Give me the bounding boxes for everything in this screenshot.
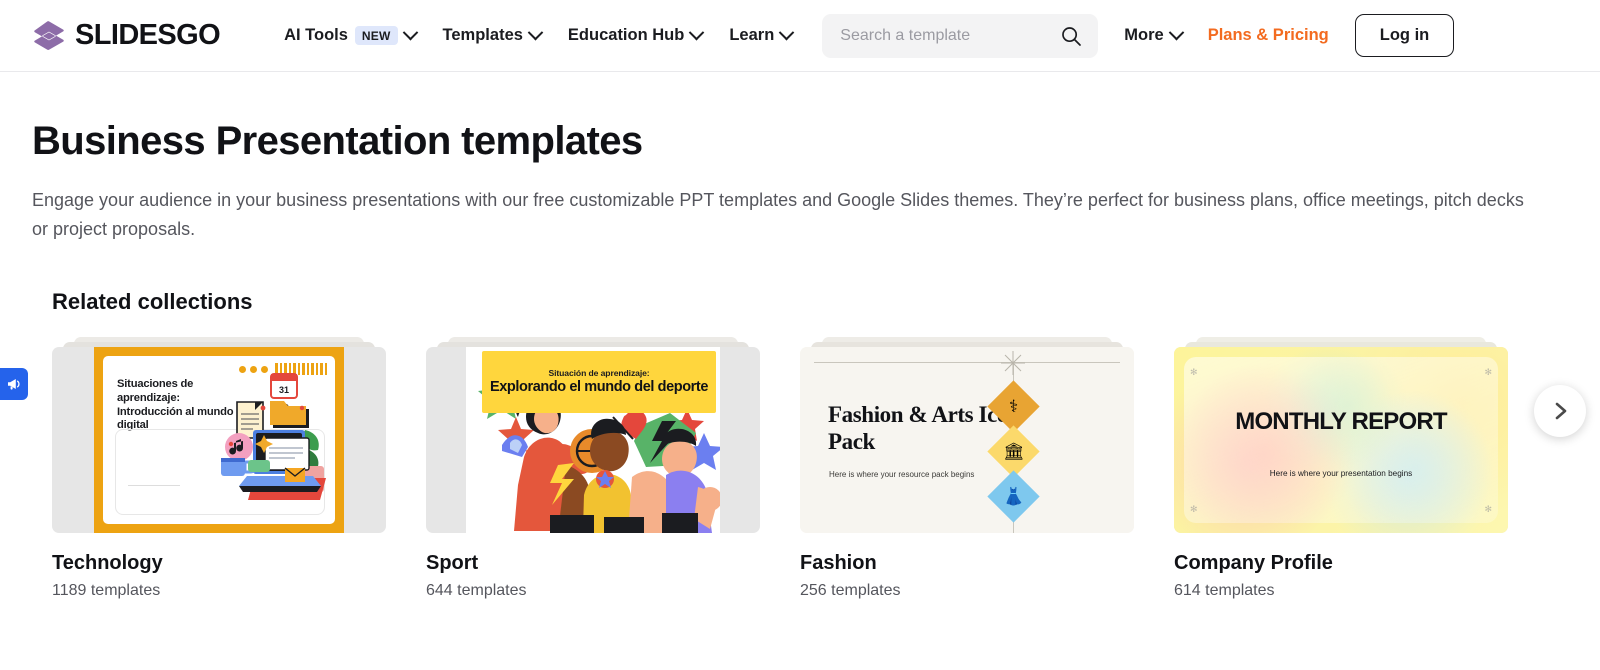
header-actions: More Plans & Pricing Log in [1124,14,1455,57]
collection-card-fashion[interactable]: Fashion & Arts Icon Pack Here is where y… [800,337,1134,600]
chevron-down-icon [689,24,705,41]
collection-card-company-profile[interactable]: ✻ ✻ ✻ ✻ MONTHLY REPORT Here is where you… [1174,337,1508,600]
main-content: Business Presentation templates Engage y… [0,72,1600,601]
search-box[interactable] [822,13,1099,58]
sparkle-icon [1001,351,1025,376]
chevron-right-icon [1555,403,1567,420]
company-profile-heading: MONTHLY REPORT [1235,408,1447,436]
card-thumbnail[interactable]: Fashion & Arts Icon Pack Here is where y… [800,347,1134,534]
nav-item-education-hub[interactable]: Education Hub [567,24,705,45]
plans-and-pricing-link[interactable]: Plans & Pricing [1208,27,1329,44]
megaphone-icon [8,379,20,390]
sport-heading: Explorando el mundo del deporte [489,379,708,396]
snowflake-icon: ✻ [1484,504,1492,515]
nav-item-ai-tools[interactable]: AI Tools NEW [284,24,418,45]
related-collections-section: Related collections Situaciones de apren… [32,289,1586,600]
main-navigation: AI Tools NEW Templates Education Hub Lea… [284,24,795,45]
nav-item-templates[interactable]: Templates [442,24,544,45]
card-template-count: 1189 templates [52,582,161,600]
collection-card-technology[interactable]: Situaciones de aprendizaje: Introducción… [52,337,386,600]
card-thumbnail-stack: Situación de aprendizaje: Explorando el … [426,337,760,534]
chevron-down-icon [779,24,795,41]
feedback-widget-tab[interactable] [0,368,28,400]
snowflake-icon: ✻ [1484,367,1492,378]
login-button[interactable]: Log in [1354,14,1455,57]
sport-slide: Situación de aprendizaje: Explorando el … [466,347,720,534]
fashion-subtitle: Here is where your resource pack begins [829,470,975,480]
search-input[interactable] [840,26,1061,45]
tech-illustration-icon: 31 [221,373,326,501]
collection-card-sport[interactable]: Situación de aprendizaje: Explorando el … [426,337,760,600]
slidesgo-logo-icon [32,19,66,53]
chevron-down-icon [527,24,544,41]
card-title: Company Profile [1174,552,1333,575]
svg-text:31: 31 [279,385,289,395]
collections-carousel: Situaciones de aprendizaje: Introducción… [52,337,1568,600]
company-profile-inner-panel [1184,357,1498,524]
sport-banner: Situación de aprendizaje: Explorando el … [482,351,716,414]
section-title: Related collections [52,289,253,315]
nav-item-label: More [1124,26,1164,45]
site-header: SLIDESGO AI Tools NEW Templates Educatio… [0,0,1600,72]
card-thumbnail-stack: ✻ ✻ ✻ ✻ MONTHLY REPORT Here is where you… [1174,337,1508,534]
nav-item-label: Learn [729,26,775,45]
card-title: Sport [426,552,479,575]
new-badge: NEW [354,26,398,45]
brand-logo-link[interactable]: SLIDESGO [32,19,221,53]
snowflake-icon: ✻ [1190,367,1198,378]
nav-item-label: Education Hub [567,26,685,45]
page-description: Engage your audience in your business pr… [32,190,1524,240]
card-thumbnail[interactable]: ✻ ✻ ✻ ✻ MONTHLY REPORT Here is where you… [1174,347,1508,534]
search-icon[interactable] [1060,25,1082,47]
fashion-slide: Fashion & Arts Icon Pack Here is where y… [800,347,1134,534]
nav-item-learn[interactable]: Learn [729,24,795,45]
sport-kicker: Situación de aprendizaje: [548,368,650,379]
card-title: Fashion [800,552,877,575]
card-thumbnail-stack: Fashion & Arts Icon Pack Here is where y… [800,337,1134,534]
brand-name: SLIDESGO [75,19,221,51]
tech-slide-frame: Situaciones de aprendizaje: Introducción… [94,347,344,534]
card-thumbnail[interactable]: Situación de aprendizaje: Explorando el … [426,347,760,534]
nav-item-label: AI Tools [284,26,348,45]
company-profile-slide: ✻ ✻ ✻ ✻ MONTHLY REPORT Here is where you… [1174,347,1508,534]
page-title: Business Presentation templates [32,119,643,163]
card-template-count: 644 templates [426,582,527,600]
card-title: Technology [52,552,163,575]
dress-icon: 👗 [987,470,1040,523]
card-thumbnail[interactable]: Situaciones de aprendizaje: Introducción… [52,347,386,534]
card-thumbnail-stack: Situaciones de aprendizaje: Introducción… [52,337,386,534]
carousel-next-button[interactable] [1534,385,1586,438]
nav-item-label: Templates [442,26,523,45]
card-template-count: 256 templates [800,582,901,600]
fashion-rule [814,362,1120,364]
company-profile-subtitle: Here is where your presentation begins [1269,469,1413,479]
nav-item-more[interactable]: More [1124,24,1184,45]
chevron-down-icon [402,24,418,41]
snowflake-icon: ✻ [1190,504,1198,515]
card-template-count: 614 templates [1174,582,1275,600]
chevron-down-icon [1168,24,1184,41]
